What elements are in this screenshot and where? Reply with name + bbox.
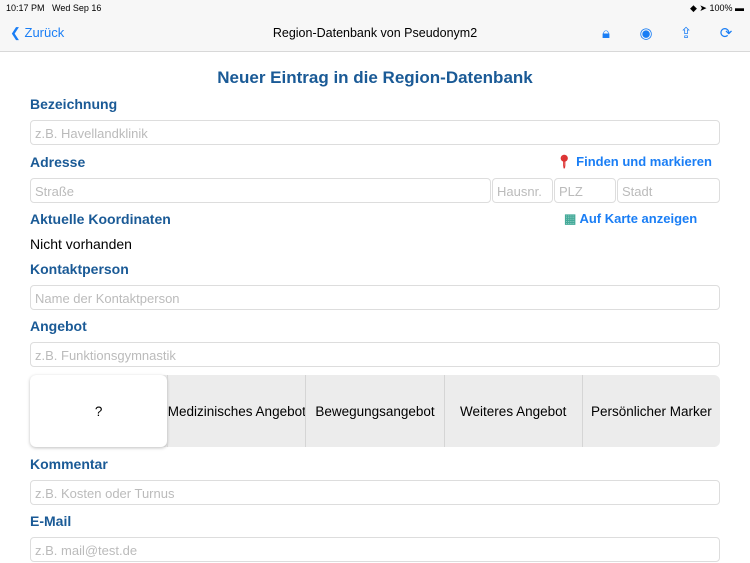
date: Wed Sep 16 [52, 3, 102, 13]
show-on-map-link[interactable]: ▦ Auf Karte anzeigen [564, 211, 697, 227]
angebot-label: Angebot [30, 318, 87, 334]
battery-percent: 100% [709, 3, 733, 13]
battery-status: ◆ ➤ 100% ▬ [689, 3, 744, 13]
email-label: E-Mail [30, 513, 72, 529]
city-input[interactable]: Stadt [617, 178, 720, 203]
find-and-mark-link[interactable]: 📍︎ Finden und markieren [556, 154, 712, 170]
page-title: Neuer Eintrag in die Region-Datenbank [217, 68, 533, 87]
segment-other[interactable]: Weiteres Angebot [443, 375, 582, 447]
pin-icon: 📍︎ [556, 154, 573, 169]
sync-icon[interactable]: ⟳ [716, 23, 736, 43]
koordinaten-label: Aktuelle Koordinaten [30, 211, 171, 227]
share-icon[interactable]: ⇪ [676, 23, 696, 43]
segment-medical[interactable]: Medizinisches Angebot [167, 375, 305, 447]
segment-unknown[interactable]: ? [30, 375, 168, 447]
house-number-input[interactable]: Hausnr. [492, 178, 553, 203]
adresse-label: Adresse [30, 154, 86, 170]
zip-input[interactable]: PLZ [554, 178, 616, 203]
bezeichnung-input[interactable]: z.B. Havellandklinik [30, 120, 720, 145]
segment-exercise[interactable]: Bewegungsangebot [305, 375, 443, 447]
lock-icon[interactable]: 🔒︎ [596, 23, 616, 43]
street-input[interactable]: Straße [30, 178, 491, 203]
angebot-input[interactable]: z.B. Funktionsgymnastik [30, 342, 720, 367]
kontakt-label: Kontaktperson [30, 261, 129, 277]
time: 10:17 PM [6, 3, 45, 13]
bezeichnung-label: Bezeichnung [30, 96, 118, 112]
navigation-bar: ❮ Zurück Region-Datenbank von Pseudonym2… [0, 16, 750, 52]
status-time: 10:17 PM Wed Sep 16 [6, 3, 101, 13]
map-label: Auf Karte anzeigen [579, 211, 698, 226]
kontakt-input[interactable]: Name der Kontaktperson [30, 285, 720, 310]
segment-personal-marker[interactable]: Persönlicher Marker [581, 375, 720, 447]
category-segmented-control: ? Medizinisches Angebot Bewegungsangebot… [30, 375, 720, 447]
user-circle-icon[interactable]: ◉ [636, 23, 656, 43]
find-label: Finden und markieren [576, 154, 712, 169]
email-input[interactable]: z.B. mail@test.de [30, 537, 720, 562]
kommentar-label: Kommentar [30, 456, 108, 472]
status-bar: 10:17 PM Wed Sep 16 ◆ ➤ 100% ▬ [0, 0, 750, 16]
koordinaten-value: Nicht vorhanden [30, 236, 132, 252]
map-icon: ▦ [564, 211, 577, 226]
kommentar-input[interactable]: z.B. Kosten oder Turnus [30, 480, 720, 505]
